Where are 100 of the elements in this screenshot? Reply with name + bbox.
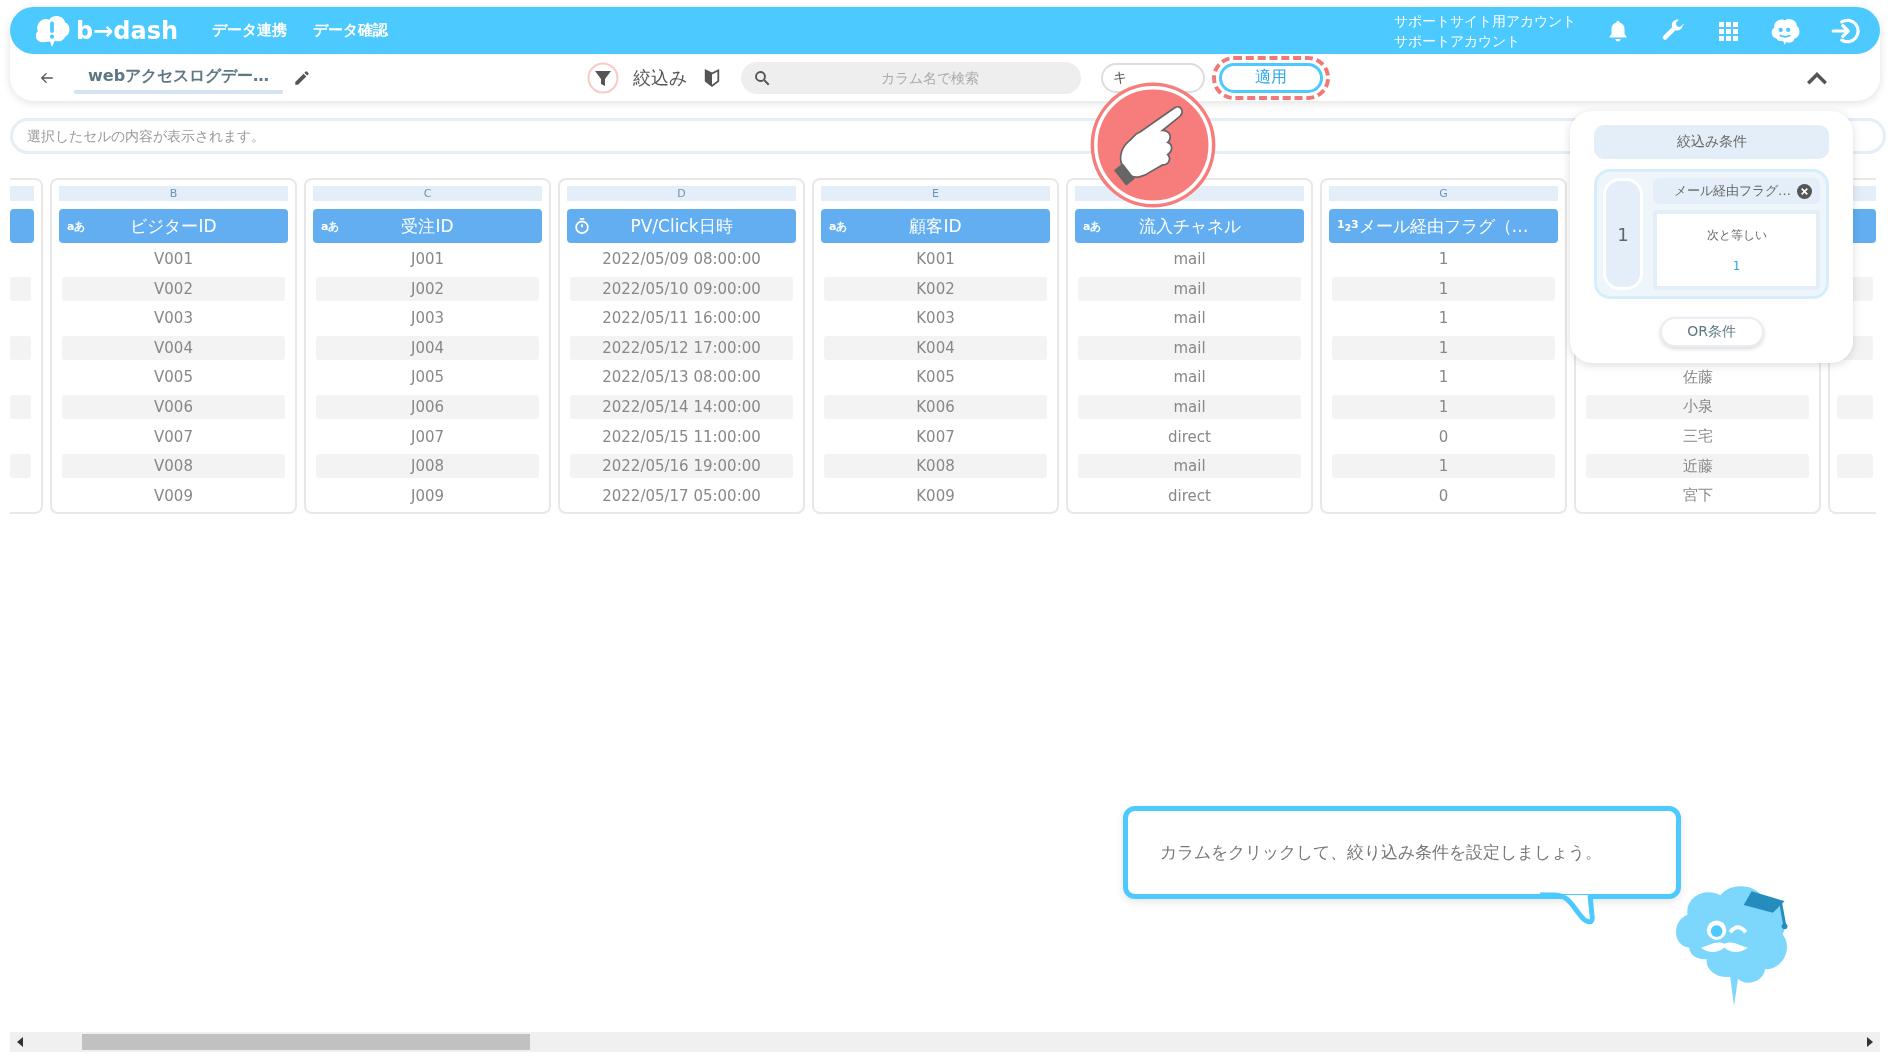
column-header[interactable]: aあ 受注ID <box>313 209 542 243</box>
filter-label: 絞込み <box>633 65 688 90</box>
table-cell[interactable]: 0 <box>1332 424 1555 449</box>
type-icon: aあ <box>67 218 86 234</box>
type-icon: aあ <box>321 218 340 234</box>
scroll-right-icon[interactable] <box>1866 1037 1874 1047</box>
type-icon: 1$_{2}$3 <box>1337 218 1359 234</box>
table-cell[interactable]: 1 <box>1332 454 1555 479</box>
table-cell[interactable]: V009 <box>62 483 285 508</box>
table-cell[interactable]: 1 <box>1332 276 1555 301</box>
table-cell[interactable]: J004 <box>316 335 539 360</box>
table-cell[interactable]: mail <box>1078 454 1301 479</box>
table-cell[interactable]: K001 <box>824 247 1047 271</box>
table-cell[interactable]: V004 <box>62 335 285 360</box>
horizontal-scrollbar[interactable] <box>10 1032 1880 1052</box>
table-cell[interactable]: J009 <box>316 483 539 508</box>
search-icon <box>753 68 772 87</box>
table-cell[interactable]: mail <box>1078 306 1301 331</box>
table-cell[interactable]: 近藤 <box>1586 454 1809 479</box>
table-cell[interactable]: V002 <box>62 276 285 301</box>
table-cell[interactable]: 1 <box>1332 306 1555 331</box>
table-cell[interactable]: J006 <box>316 394 539 419</box>
column-header[interactable]: PV/Click日時 <box>567 209 796 243</box>
table-cell[interactable]: V005 <box>62 365 285 390</box>
column-header[interactable]: aあ ビジターID <box>59 209 288 243</box>
table-cell[interactable]: mail <box>1078 394 1301 419</box>
group-number: 1 <box>1603 178 1643 290</box>
close-icon[interactable] <box>1797 183 1812 199</box>
column-header[interactable]: aあ 流入チャネル <box>1075 209 1304 243</box>
pencil-icon[interactable] <box>293 68 312 87</box>
table-cell[interactable]: J007 <box>316 424 539 449</box>
table-cell[interactable]: K006 <box>824 394 1047 419</box>
column-letter: C <box>423 187 432 200</box>
condition-value: 1 <box>1732 258 1741 273</box>
table-cell[interactable]: 2022/05/17 05:00:00 <box>570 483 793 508</box>
table-cell[interactable]: K008 <box>824 454 1047 479</box>
table-cell[interactable]: K003 <box>824 306 1047 331</box>
table-cell[interactable]: 1 <box>1332 394 1555 419</box>
table-cell[interactable]: 三宅 <box>1586 424 1809 449</box>
condition-operator: 次と等しい <box>1706 227 1767 245</box>
table-cell[interactable]: 佐藤 <box>1586 365 1809 390</box>
table-cell[interactable]: V006 <box>62 394 285 419</box>
stopwatch-icon <box>573 217 591 235</box>
table-cell[interactable]: mail <box>1078 365 1301 390</box>
column-name: メール経由フラグ… <box>1674 182 1791 200</box>
beginner-mark-icon[interactable] <box>703 66 722 89</box>
account-name: サポートアカウント <box>1394 31 1521 51</box>
table-cell[interactable]: 2022/05/11 16:00:00 <box>570 306 793 331</box>
table-cell[interactable]: direct <box>1078 424 1301 449</box>
table-cell[interactable]: K002 <box>824 276 1047 301</box>
table-cell[interactable]: K005 <box>824 365 1047 390</box>
table-cell[interactable]: K009 <box>824 483 1047 508</box>
column-letter: B <box>169 187 178 200</box>
filter-icon[interactable] <box>587 61 620 94</box>
table-cell[interactable]: K007 <box>824 424 1047 449</box>
table-cell[interactable]: 1 <box>1332 247 1555 271</box>
table-cell[interactable]: J003 <box>316 306 539 331</box>
table-cell[interactable]: 0 <box>1332 483 1555 508</box>
nav-link[interactable]: データ確認 <box>313 21 389 40</box>
table-cell[interactable]: direct <box>1078 483 1301 508</box>
table-cell[interactable]: 2022/05/09 08:00:00 <box>570 247 793 271</box>
table-cell[interactable]: J001 <box>316 247 539 271</box>
table-cell[interactable]: 2022/05/10 09:00:00 <box>570 276 793 301</box>
back-arrow-icon[interactable] <box>40 70 54 85</box>
table-cell[interactable]: J002 <box>316 276 539 301</box>
table-cell[interactable]: 2022/05/15 11:00:00 <box>570 424 793 449</box>
table-cell[interactable]: 小泉 <box>1586 394 1809 419</box>
scroll-left-icon[interactable] <box>16 1037 24 1047</box>
table-cell[interactable]: mail <box>1078 335 1301 360</box>
table-cell[interactable]: 宮下 <box>1586 483 1809 508</box>
search-field[interactable]: カラム名で検索 <box>741 61 1082 94</box>
or-condition-button[interactable]: OR条件 <box>1659 317 1764 347</box>
column-letter: E <box>932 187 939 200</box>
table-cell[interactable]: 1 <box>1332 335 1555 360</box>
table-cell[interactable]: 2022/05/16 19:00:00 <box>570 454 793 479</box>
column-letter: D <box>677 187 686 200</box>
condition-column-chip[interactable]: メール経由フラグ… <box>1653 178 1820 204</box>
account-name: サポートサイト用アカウント <box>1394 11 1576 31</box>
table-cell[interactable]: V001 <box>62 247 285 271</box>
nav-link[interactable]: データ連携 <box>212 21 288 40</box>
table-cell[interactable]: 2022/05/13 08:00:00 <box>570 365 793 390</box>
table-cell[interactable]: 1 <box>1332 365 1555 390</box>
column-letter: G <box>1439 187 1448 200</box>
scroll-thumb[interactable] <box>82 1034 530 1050</box>
table-cell[interactable]: J008 <box>316 454 539 479</box>
logo-text[interactable]: b→dash <box>76 16 179 45</box>
chevron-up-icon[interactable] <box>1806 70 1828 85</box>
table-cell[interactable]: V003 <box>62 306 285 331</box>
table-cell[interactable]: mail <box>1078 247 1301 271</box>
column-header[interactable]: aあ 顧客ID <box>821 209 1050 243</box>
table-cell[interactable]: K004 <box>824 335 1047 360</box>
table-cell[interactable]: V008 <box>62 454 285 479</box>
data-title[interactable]: webアクセスログデー… <box>74 66 284 94</box>
table-cell[interactable]: mail <box>1078 276 1301 301</box>
table-cell[interactable]: 2022/05/12 17:00:00 <box>570 335 793 360</box>
table-cell[interactable]: V007 <box>62 424 285 449</box>
condition-box[interactable]: 次と等しい 1 <box>1653 210 1820 290</box>
type-icon: aあ <box>1083 218 1102 234</box>
table-cell[interactable]: J005 <box>316 365 539 390</box>
table-cell[interactable]: 2022/05/14 14:00:00 <box>570 394 793 419</box>
